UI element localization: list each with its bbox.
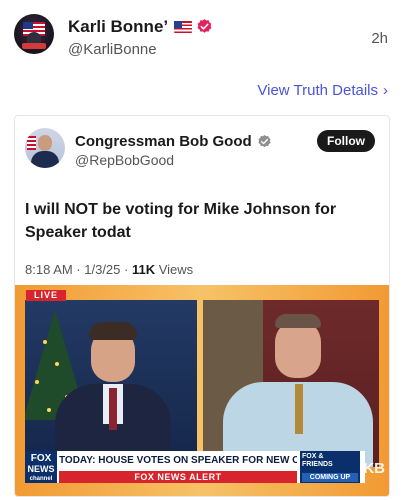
views-label: Views: [155, 262, 194, 277]
user-handle[interactable]: @KarliBonne: [68, 41, 157, 58]
news-chyron: FOX NEWS channel TODAY: HOUSE VOTES ON S…: [25, 451, 365, 483]
chyron-headline: TODAY: HOUSE VOTES ON SPEAKER FOR NEW CO…: [59, 452, 297, 470]
display-name-text: Karli Bonne’: [68, 17, 169, 36]
host-hair: [89, 322, 137, 340]
flag-graphic: [27, 136, 36, 150]
avatar[interactable]: [14, 14, 54, 54]
kb-watermark: KB: [363, 460, 385, 477]
fox-friends-box: FOX & FRIENDS COMING UP: [300, 451, 360, 483]
host-tie: [109, 388, 117, 430]
embed-author-handle[interactable]: @RepBobGood: [75, 152, 174, 168]
video-right-pane: [203, 300, 379, 467]
friends-line1: FOX &: [302, 453, 324, 460]
display-name[interactable]: Karli Bonne’: [68, 17, 213, 37]
embed-post-meta: 8:18 AM · 1/3/25 · 11K Views: [25, 262, 193, 277]
video-thumbnail[interactable]: LIVE FOX NEWS channel TODAY: HOUSE VOTES…: [15, 285, 389, 496]
embed-post-time: 8:18 AM · 1/3/25 ·: [25, 262, 132, 277]
avatar-head: [38, 135, 52, 151]
post-header: Karli Bonne’ @KarliBonne 2h: [14, 14, 388, 62]
guest-head: [275, 320, 321, 378]
embed-author-name[interactable]: Congressman Bob Good: [75, 133, 272, 150]
live-badge: LIVE: [26, 290, 66, 301]
fox-news-alert: FOX NEWS ALERT: [59, 471, 297, 483]
friends-line2: FRIENDS: [302, 461, 333, 468]
embedded-post[interactable]: Congressman Bob Good @RepBobGood Follow …: [14, 115, 390, 497]
view-truth-details-link[interactable]: View Truth Details: [257, 82, 378, 99]
avatar-tag: [22, 43, 46, 49]
fox-logo-line2: NEWS: [27, 464, 55, 474]
embed-post-text: I will NOT be voting for Mike Johnson fo…: [25, 201, 337, 241]
us-flag-icon: [174, 21, 193, 33]
tree-light: [55, 362, 59, 366]
embed-author-name-text: Congressman Bob Good: [75, 133, 252, 150]
view-count: 11K: [131, 262, 156, 277]
fox-friends-logo: FOX & FRIENDS: [302, 453, 333, 469]
post-time: 2h: [371, 30, 388, 47]
fox-news-logo: FOX NEWS channel: [25, 451, 57, 483]
fox-logo-line1: FOX: [30, 453, 52, 464]
verified-badge-icon: [197, 19, 212, 33]
guest-tie: [295, 384, 303, 434]
fox-logo-line3: channel: [29, 476, 53, 482]
avatar-suit: [31, 151, 59, 168]
follow-button[interactable]: Follow: [317, 130, 375, 152]
tree-light: [47, 408, 51, 412]
chevron-right-icon[interactable]: ›: [383, 82, 388, 99]
video-left-pane: [25, 300, 197, 467]
tree-light: [35, 380, 39, 384]
coming-up-label: COMING UP: [302, 473, 358, 482]
embed-avatar[interactable]: [25, 128, 65, 168]
verified-check-icon: [258, 134, 271, 148]
guest-hair: [275, 314, 321, 328]
tree-light: [43, 340, 47, 344]
